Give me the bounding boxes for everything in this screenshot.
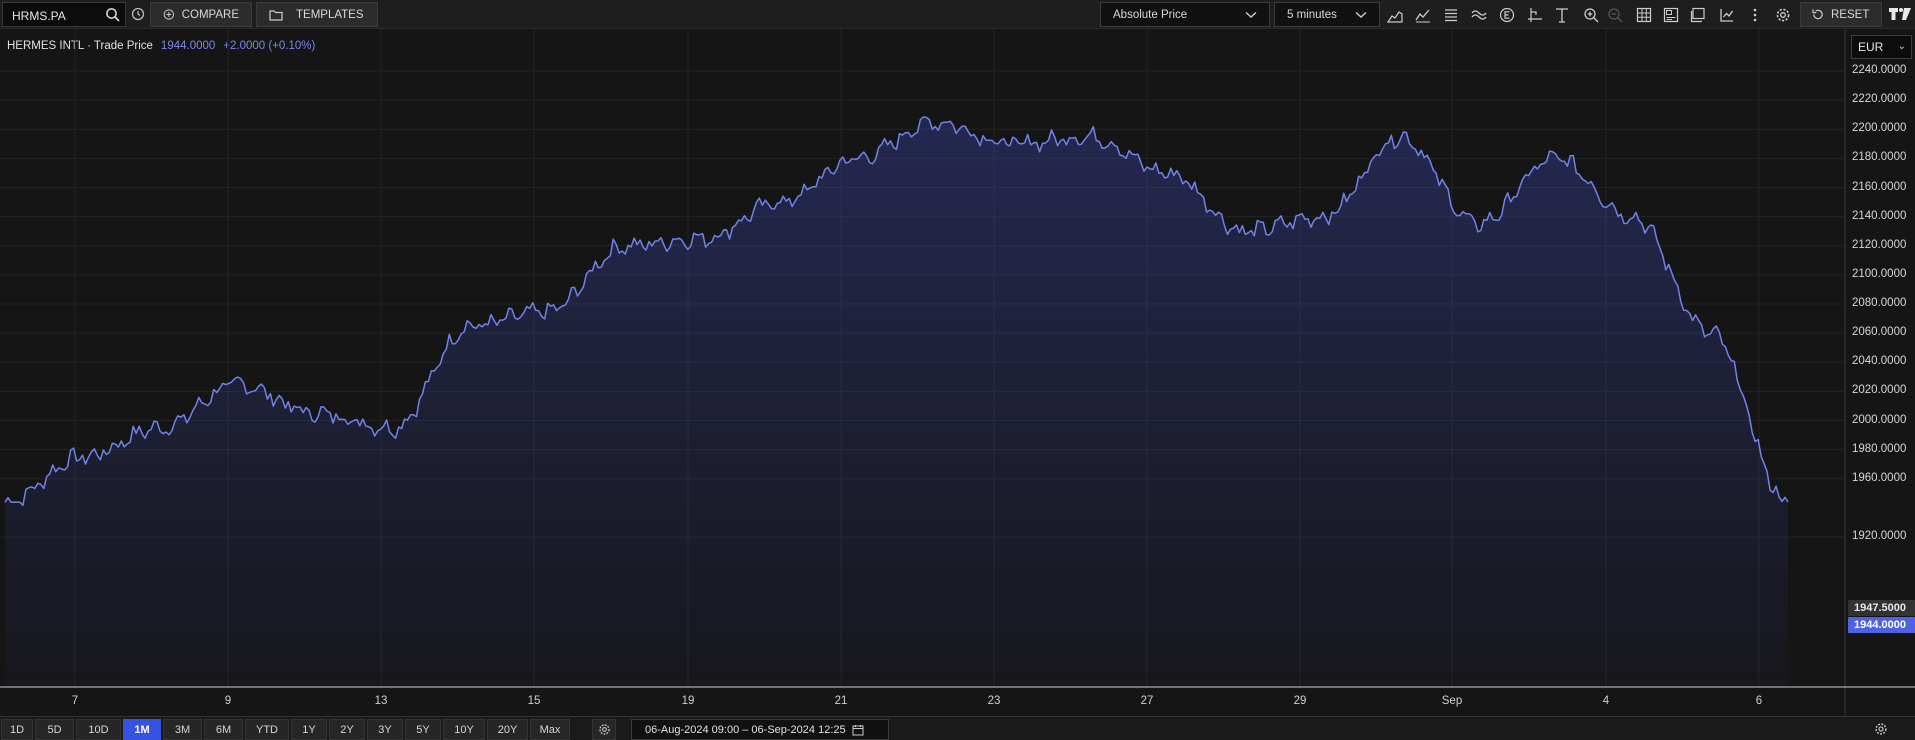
templates-label: TEMPLATES [296, 8, 364, 21]
reset-button[interactable]: RESET [1800, 2, 1882, 27]
x-tick-label: 7 [71, 695, 79, 707]
period-button-max[interactable]: Max [530, 719, 570, 740]
lines-icon[interactable] [1441, 5, 1461, 25]
y-tick-label: 1960.0000 [1852, 471, 1907, 484]
folder-icon [269, 9, 283, 21]
y-tick-label: 2020.0000 [1852, 384, 1907, 397]
x-tick-label: 23 [987, 695, 1001, 707]
y-tick-label: 2120.0000 [1852, 238, 1907, 251]
compare-button[interactable]: COMPARE [150, 2, 252, 27]
y-tick-label: 2160.0000 [1852, 180, 1907, 193]
settings-gear-icon[interactable] [1773, 5, 1793, 25]
x-tick-label: 13 [374, 695, 388, 707]
period-button-1d[interactable]: 1D [1, 719, 33, 740]
period-button-5d[interactable]: 5D [35, 719, 74, 740]
indicators-icon[interactable] [1413, 5, 1433, 25]
period-button-10y[interactable]: 10Y [443, 719, 485, 740]
x-tick-label: 15 [527, 695, 541, 707]
date-range-text: 06-Aug-2024 09:00 – 06-Sep-2024 12:25 [645, 723, 846, 736]
chevron-down-icon [1355, 11, 1367, 18]
top-toolbar: HRMS.PA COMPARE TEMPLATES Absolute Price… [0, 0, 1915, 29]
zoom-out-icon[interactable] [1605, 5, 1625, 25]
table-icon[interactable] [1634, 5, 1654, 25]
period-button-ytd[interactable]: YTD [245, 719, 289, 740]
studies-icon[interactable] [1469, 5, 1489, 25]
y-tick-label: 1920.0000 [1852, 530, 1907, 542]
period-button-10d[interactable]: 10D [76, 719, 121, 740]
period-button-6m[interactable]: 6M [204, 719, 243, 740]
symbol-search-input[interactable]: HRMS.PA [2, 2, 126, 27]
period-button-1m[interactable]: 1M [123, 719, 161, 740]
y-tick-label: 2200.0000 [1852, 122, 1907, 135]
period-button-1y[interactable]: 1Y [291, 719, 327, 740]
symbol-text: HRMS.PA [12, 9, 66, 23]
period-settings-button[interactable] [592, 719, 616, 740]
settings-gear-icon [598, 724, 610, 735]
text-icon[interactable] [1552, 5, 1572, 25]
analytics-icon[interactable] [1717, 5, 1737, 25]
interval-select[interactable]: 5 minutes [1274, 2, 1380, 27]
x-tick-label: 6 [1755, 695, 1763, 707]
y-tick-label: 2080.0000 [1852, 297, 1907, 309]
currency-select[interactable]: EUR ⌄ [1851, 35, 1912, 59]
y-tick-label: 2220.0000 [1852, 93, 1907, 106]
price-chart[interactable] [0, 29, 1915, 716]
y-tick-label: 1980.0000 [1852, 442, 1907, 455]
chart-type-icon[interactable] [1385, 5, 1405, 25]
tradingview-logo [1889, 8, 1911, 20]
y-tick-label: 2240.0000 [1852, 64, 1907, 76]
more-vert-icon[interactable] [1745, 5, 1765, 25]
zoom-in-icon[interactable] [1581, 5, 1601, 25]
price-mode-value: Absolute Price [1113, 8, 1188, 21]
y-tick-label: 2040.0000 [1852, 355, 1907, 368]
x-tick-label: 29 [1293, 695, 1307, 707]
current-price-tag: 1944.0000 [1848, 617, 1915, 633]
compare-plus-icon [163, 9, 175, 20]
last-close-price-tag: 1947.5000 [1848, 600, 1915, 616]
x-tick-label: 9 [224, 695, 232, 707]
period-button-2y[interactable]: 2Y [329, 719, 365, 740]
calendar-icon [852, 724, 864, 735]
period-button-3m[interactable]: 3M [163, 719, 202, 740]
period-button-3y[interactable]: 3Y [367, 719, 403, 740]
price-mode-select[interactable]: Absolute Price [1100, 2, 1270, 27]
compare-label: COMPARE [181, 8, 239, 21]
layout-icon[interactable] [1661, 5, 1681, 25]
x-tick-label: 4 [1602, 695, 1610, 707]
chevron-down-icon [1245, 11, 1257, 18]
bottom-bar: 1D 5D 10D 1M 3M 6M YTD 1Y 2Y 3Y 5Y 10Y 20Y Max 06-Aug… [0, 716, 1915, 740]
events-icon[interactable] [1497, 5, 1517, 25]
interval-value: 5 minutes [1287, 8, 1337, 21]
chevron-down-icon: ⌄ [1897, 41, 1906, 52]
export-icon[interactable] [1688, 5, 1708, 25]
history-icon[interactable] [130, 6, 146, 22]
date-range-picker[interactable]: 06-Aug-2024 09:00 – 06-Sep-2024 12:25 [631, 719, 889, 740]
reset-label: RESET [1831, 8, 1870, 21]
search-icon[interactable] [105, 7, 121, 23]
x-tick-label: 27 [1140, 695, 1154, 707]
chart-settings-icon[interactable] [1874, 722, 1888, 736]
reset-icon [1812, 9, 1823, 20]
y-tick-label: 2100.0000 [1852, 267, 1907, 280]
x-tick-label: 21 [834, 695, 848, 707]
templates-button[interactable]: TEMPLATES [256, 2, 378, 27]
y-tick-label: 2180.0000 [1852, 151, 1907, 164]
period-button-20y[interactable]: 20Y [487, 719, 528, 740]
crosshair-icon[interactable] [1525, 5, 1545, 25]
period-button-5y[interactable]: 5Y [405, 719, 441, 740]
x-tick-label: Sep [1441, 695, 1463, 707]
currency-value: EUR [1858, 40, 1884, 54]
x-tick-label: 19 [681, 695, 695, 707]
y-tick-label: 2140.0000 [1852, 209, 1907, 222]
y-tick-label: 2000.0000 [1852, 413, 1907, 426]
y-tick-label: 2060.0000 [1852, 326, 1907, 339]
